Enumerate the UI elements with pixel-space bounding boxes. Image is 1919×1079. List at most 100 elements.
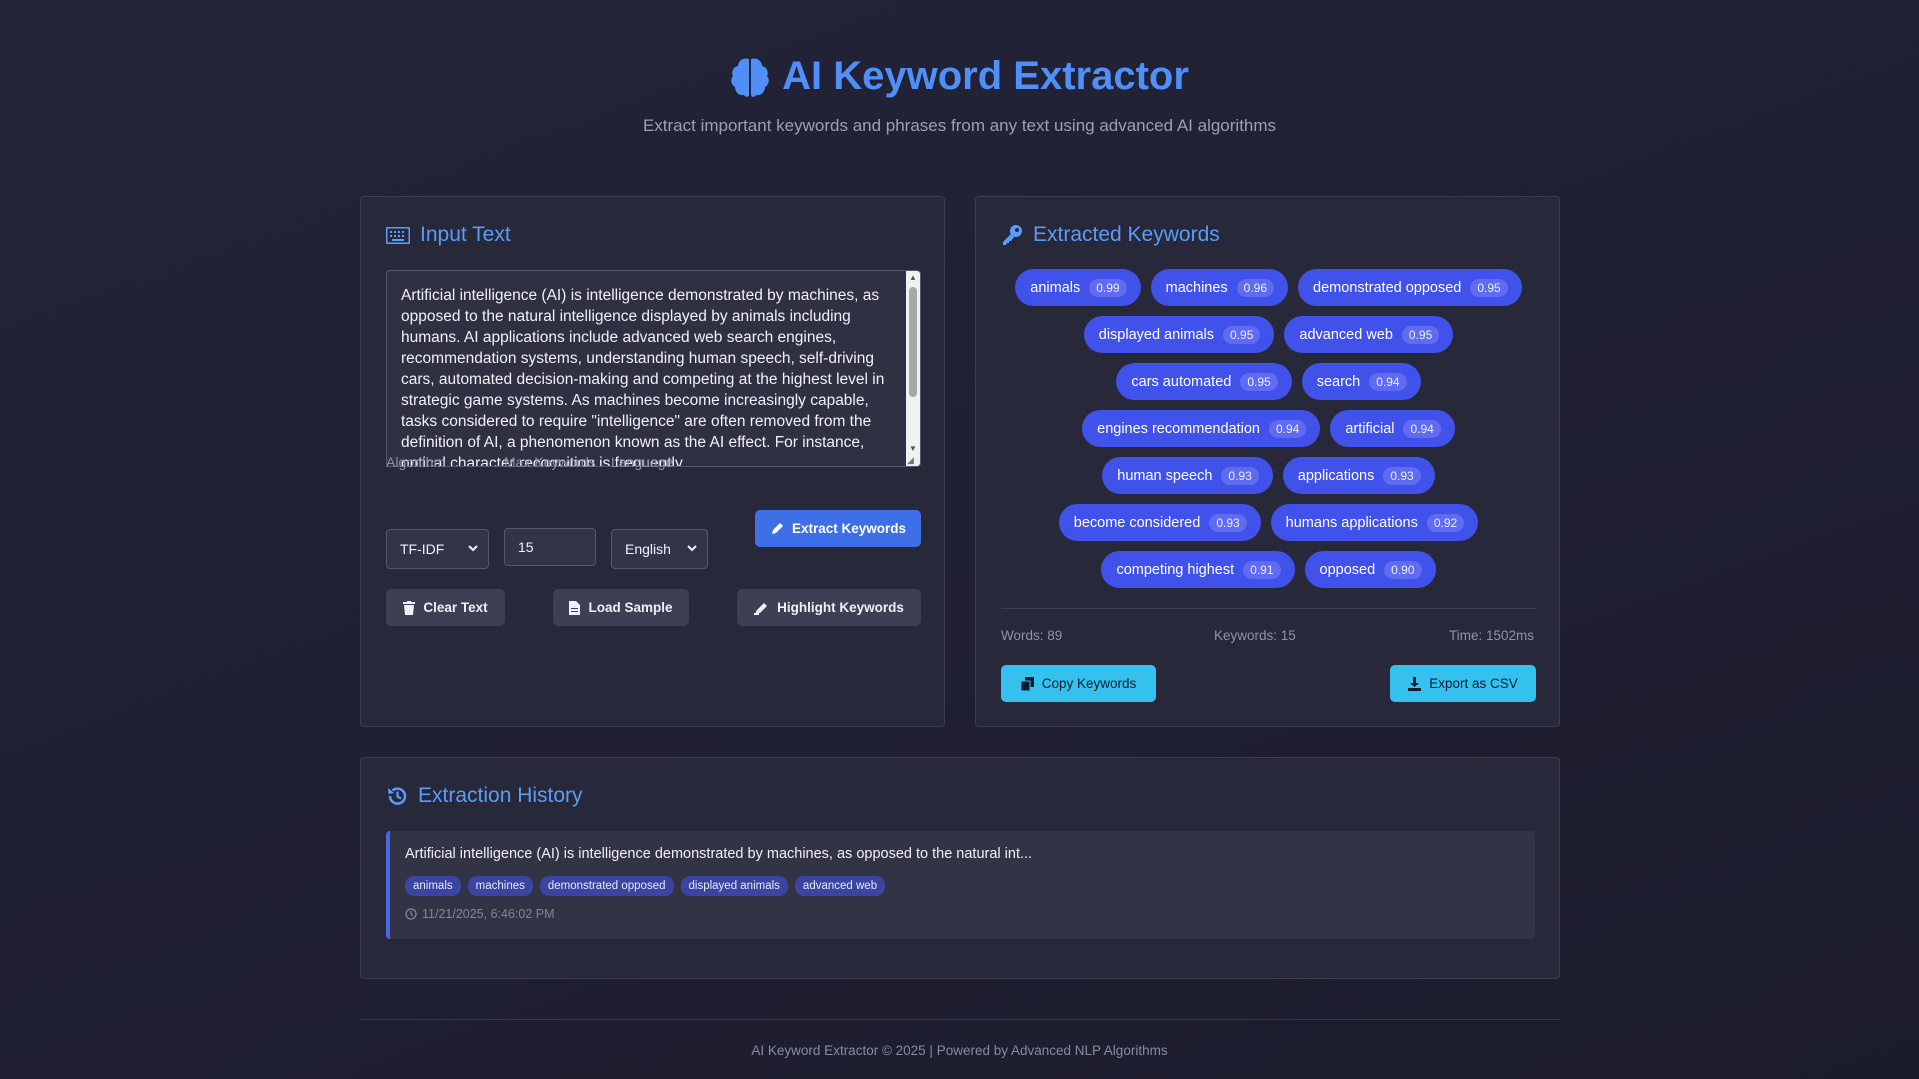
keyword-text: become considered — [1073, 514, 1201, 531]
history-tag: machines — [467, 876, 533, 896]
keyword-chip[interactable]: become considered 0.93 — [1058, 504, 1261, 541]
keyword-chip[interactable]: opposed 0.90 — [1304, 551, 1436, 588]
keyword-text: displayed animals — [1098, 326, 1215, 343]
page-subtitle: Extract important keywords and phrases f… — [642, 115, 1277, 135]
keyword-chip[interactable]: demonstrated opposed 0.95 — [1298, 269, 1522, 306]
keyword-text: humans applications — [1285, 514, 1418, 531]
keyword-count: Keywords: 15 — [1214, 628, 1296, 643]
keyword-chip[interactable]: animals 0.99 — [1015, 269, 1141, 306]
keyword-chip[interactable]: cars automated 0.95 — [1116, 363, 1292, 400]
keyword-list: animals 0.99 machines 0.96 demonstrated oppo… — [976, 269, 1561, 598]
export-csv-label: Export as CSV — [1429, 676, 1518, 691]
algorithm-value: TF-IDF — [400, 541, 445, 557]
keyword-score-badge: 0.95 — [1470, 278, 1508, 297]
extract-keywords-button[interactable]: Extract Keywords — [755, 510, 921, 547]
copy-keywords-label: Copy Keywords — [1041, 676, 1137, 691]
keyword-chip[interactable]: displayed animals 0.95 — [1083, 316, 1275, 353]
keywords-panel-label: Extracted Keywords — [1033, 223, 1220, 246]
history-tag: demonstrated opposed — [539, 876, 674, 896]
word-count: Words: 89 — [1001, 628, 1063, 643]
history-tag: advanced web — [794, 876, 886, 896]
keyword-text: advanced web — [1299, 326, 1393, 343]
clear-text-button[interactable]: Clear Text — [386, 589, 505, 626]
max-keywords-label: Max Keywords — [504, 454, 596, 470]
history-icon — [388, 787, 407, 805]
load-sample-button[interactable]: Load Sample — [553, 589, 689, 626]
keyword-chip[interactable]: competing highest 0.91 — [1101, 551, 1295, 588]
keyword-score-badge: 0.93 — [1209, 513, 1247, 532]
textarea-scrollbar[interactable]: ▲ ▼ — [906, 271, 920, 466]
keyword-score-badge: 0.94 — [1403, 419, 1441, 438]
keyword-chip[interactable]: engines recommendation 0.94 — [1082, 410, 1321, 447]
keyword-row: displayed animals 0.95 advanced web 0.95 — [976, 316, 1561, 353]
brain-icon — [731, 57, 769, 97]
keyword-text: cars automated — [1131, 373, 1232, 390]
keyword-score-badge: 0.95 — [1240, 372, 1278, 391]
keywords-panel: Extracted Keywords animals 0.99 machines 0.… — [975, 196, 1560, 727]
clock-icon — [405, 908, 417, 920]
keyword-text: animals — [1030, 279, 1081, 296]
input-text-area[interactable]: Artificial intelligence (AI) is intellig… — [386, 270, 921, 467]
history-tag: animals — [405, 876, 461, 896]
resize-grip-icon[interactable]: ◢ — [907, 455, 919, 465]
keyword-chip[interactable]: applications 0.93 — [1282, 457, 1435, 494]
max-keywords-input[interactable]: 15 — [504, 528, 596, 566]
keywords-panel-title: Extracted Keywords — [1001, 223, 1220, 247]
footer-text: AI Keyword Extractor © 2025 | Powered by… — [751, 1043, 1168, 1058]
keyword-text: demonstrated opposed — [1313, 279, 1462, 296]
history-panel-label: Extraction History — [418, 784, 583, 807]
stats-divider — [1001, 608, 1536, 609]
language-select[interactable]: English — [611, 529, 708, 569]
keyword-text: human speech — [1117, 467, 1213, 484]
keyword-row: human speech 0.93 applications 0.93 — [976, 457, 1561, 494]
keyword-score-badge: 0.96 — [1236, 278, 1275, 297]
keyword-score-badge: 0.95 — [1401, 325, 1440, 344]
history-panel: Extraction History Artificial intelligen… — [360, 757, 1560, 979]
algorithm-select[interactable]: TF-IDF — [386, 529, 489, 569]
keyword-chip[interactable]: humans applications 0.92 — [1270, 504, 1479, 541]
copy-keywords-button[interactable]: Copy Keywords — [1001, 665, 1156, 702]
scroll-down-arrow-icon[interactable]: ▼ — [908, 444, 918, 454]
scroll-up-arrow-icon[interactable]: ▲ — [908, 273, 918, 283]
keyword-chip[interactable]: human speech 0.93 — [1102, 457, 1273, 494]
keyword-chip[interactable]: machines 0.96 — [1150, 269, 1289, 306]
keyword-text: machines — [1165, 279, 1228, 296]
keyword-score-badge: 0.93 — [1383, 466, 1421, 485]
copy-icon — [1020, 676, 1034, 691]
keyword-text: engines recommendation — [1097, 420, 1260, 437]
keyword-score-badge: 0.95 — [1223, 325, 1261, 344]
keyword-text: artificial — [1345, 420, 1395, 437]
keyword-score-badge: 0.91 — [1243, 560, 1281, 579]
clear-text-label: Clear Text — [423, 600, 488, 615]
keyword-score-badge: 0.99 — [1089, 278, 1127, 297]
chevron-down-icon — [687, 545, 697, 552]
keyword-score-badge: 0.93 — [1221, 466, 1259, 485]
keyword-text: competing highest — [1116, 561, 1235, 578]
keyword-score-badge: 0.90 — [1384, 560, 1422, 579]
keyboard-icon — [386, 226, 410, 244]
highlighter-icon — [754, 602, 768, 615]
keyword-row: competing highest 0.91 opposed 0.90 — [976, 551, 1561, 588]
extraction-time: Time: 1502ms — [1448, 628, 1534, 643]
highlight-keywords-button[interactable]: Highlight Keywords — [737, 589, 921, 626]
history-item[interactable]: Artificial intelligence (AI) is intellig… — [386, 831, 1535, 939]
page-title-wrap: AI Keyword Extractor — [730, 54, 1189, 99]
history-item-tags: animals machines demonstrated opposed di… — [405, 876, 886, 896]
keyword-chip[interactable]: artificial 0.94 — [1330, 410, 1455, 447]
history-item-text: Artificial intelligence (AI) is intellig… — [405, 846, 1033, 862]
input-panel: Input Text Artificial intelligence (AI) … — [360, 196, 945, 727]
extract-keywords-label: Extract Keywords — [791, 521, 907, 536]
file-icon — [569, 600, 581, 615]
keyword-chip[interactable]: advanced web 0.95 — [1284, 316, 1454, 353]
page-title: AI Keyword Extractor — [782, 54, 1189, 98]
keyword-row: engines recommendation 0.94 artificial 0.94 — [976, 410, 1561, 447]
scroll-thumb[interactable] — [909, 287, 917, 397]
export-csv-button[interactable]: Export as CSV — [1390, 665, 1536, 702]
key-icon — [1003, 225, 1022, 245]
input-text-content[interactable]: Artificial intelligence (AI) is intellig… — [401, 285, 897, 466]
keyword-chip[interactable]: search 0.94 — [1301, 363, 1421, 400]
keyword-score-badge: 0.92 — [1426, 513, 1465, 532]
language-value: English — [625, 541, 671, 557]
keyword-score-badge: 0.94 — [1268, 419, 1307, 438]
page-header: AI Keyword Extractor Extract important k… — [0, 54, 1919, 136]
